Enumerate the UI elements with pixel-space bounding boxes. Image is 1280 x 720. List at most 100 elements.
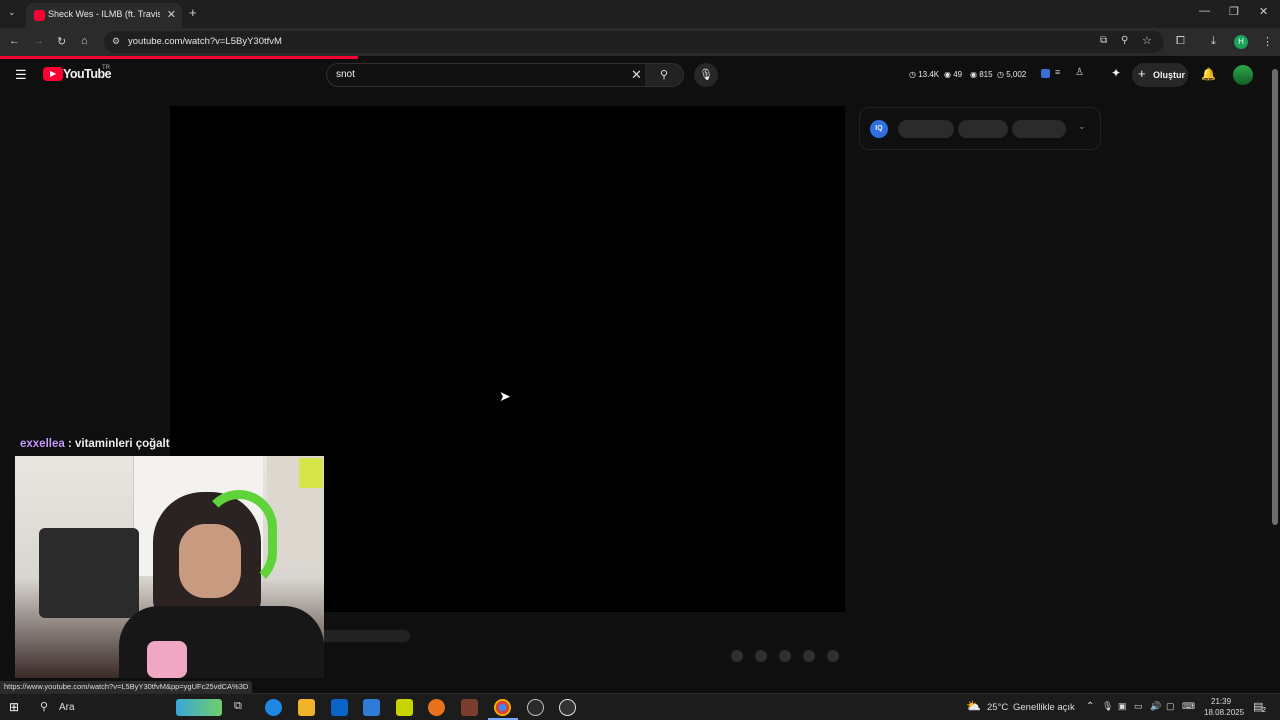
show-hidden-icons-icon[interactable]: ⌃ (1086, 701, 1094, 712)
create-button[interactable]: + Oluştur (1132, 63, 1188, 87)
fireworks-icon[interactable] (396, 699, 413, 716)
notification-count: 2 (1262, 707, 1266, 714)
account-avatar[interactable] (1233, 65, 1253, 85)
weather-icon[interactable]: ⛅ (966, 699, 981, 713)
forward-icon[interactable]: → (33, 35, 44, 47)
stat-views: ◷ 13.4K (909, 70, 940, 79)
chip-placeholder[interactable] (1012, 120, 1066, 138)
stat-likes-value: 49 (953, 70, 963, 79)
title-placeholder (320, 630, 410, 642)
trophy-icon[interactable]: ♙ (1075, 67, 1084, 78)
address-bar[interactable]: ⚙ youtube.com/watch?v=L5ByY30tfvM ⧉ ⚲ ☆ (104, 31, 1164, 53)
search-icon: ⚲ (659, 69, 669, 81)
network-icon[interactable]: ▭ (1134, 701, 1143, 712)
play-glyph-icon: ▶ (50, 69, 57, 78)
app-icon[interactable] (428, 699, 445, 716)
chat-text: : vitaminleri çoğalt (67, 438, 170, 450)
page-scrollbar[interactable] (1270, 59, 1280, 693)
address-url: youtube.com/watch?v=L5ByY30tfvM (128, 36, 282, 47)
extensions-icon[interactable]: ⧠ (1176, 35, 1185, 48)
edge-icon[interactable] (265, 699, 282, 716)
gem-icon[interactable]: ✦ (1111, 66, 1121, 80)
search-highlight-image[interactable] (176, 699, 222, 716)
chrome-icon[interactable] (494, 699, 511, 716)
reload-icon[interactable]: ↻ (57, 35, 66, 48)
notification-icon[interactable]: 🔔 (1201, 67, 1216, 81)
tab-title: Sheck Wes - ILMB (ft. Travis Sco (48, 9, 160, 19)
link-status-bar: https://www.youtube.com/watch?v=L5ByY30t… (0, 681, 253, 693)
camera-tray-icon[interactable]: ▢ (1166, 701, 1175, 712)
chip-placeholder[interactable] (898, 120, 954, 138)
windows-start-icon[interactable]: ⊞ (9, 700, 19, 714)
iq-badge[interactable]: IQ (870, 120, 888, 138)
keyboard-icon[interactable]: ⌨ (1182, 701, 1195, 712)
zoom-icon[interactable]: ⚲ (1121, 35, 1128, 46)
windows-taskbar: ⊞ ⚲ Ara ⧉ ⛅ 25°C Genellikle açık ⌃ 🎙 ▣ ▭… (0, 693, 1280, 720)
region-code: TR (102, 65, 110, 71)
mic-icon: 🎙 (699, 69, 713, 81)
menu-icon[interactable]: ☰ (15, 67, 27, 83)
voice-search-button[interactable]: 🎙 (694, 63, 718, 87)
downloads-icon[interactable]: ⤓ (1211, 35, 1216, 48)
back-icon[interactable]: ← (9, 35, 20, 47)
action-placeholder[interactable] (755, 650, 767, 662)
list-icon[interactable]: ≡ (1055, 67, 1060, 77)
stat-subs-value: 5,002 (1006, 70, 1027, 79)
media-player-icon[interactable] (559, 699, 576, 716)
browser-menu-icon[interactable]: ⋮ (1262, 35, 1273, 48)
taskbar-search-icon[interactable]: ⚲ (40, 700, 48, 713)
bookmark-star-icon[interactable]: ☆ (1142, 34, 1152, 47)
poster-shape (299, 458, 323, 488)
browser-tab-strip: ⌄ Sheck Wes - ILMB (ft. Travis Sco ✕ + —… (0, 0, 1280, 28)
headset-shape (201, 490, 277, 590)
volume-icon[interactable]: 🔊 (1150, 701, 1161, 712)
action-placeholder[interactable] (779, 650, 791, 662)
obs-icon[interactable] (527, 699, 544, 716)
pink-cup-shape (147, 641, 187, 678)
store-icon[interactable] (363, 699, 380, 716)
profile-avatar[interactable]: H (1234, 35, 1248, 49)
tab-active[interactable]: Sheck Wes - ILMB (ft. Travis Sco ✕ (26, 3, 182, 28)
chat-username: exxellea (20, 438, 65, 450)
close-tab-icon[interactable]: ✕ (167, 8, 176, 21)
chip-placeholder[interactable] (958, 120, 1008, 138)
file-explorer-icon[interactable] (298, 699, 315, 716)
chat-message: exxellea : vitaminleri çoğalt (20, 438, 170, 450)
search-input[interactable]: snot ✕ ⚲ (326, 63, 684, 87)
task-view-icon[interactable]: ⧉ (234, 700, 242, 713)
minimize-icon[interactable]: — (1199, 5, 1210, 17)
chevron-down-icon[interactable]: ⌄ (1078, 121, 1086, 132)
search-query: snot (336, 69, 355, 80)
action-placeholder[interactable] (803, 650, 815, 662)
action-placeholder[interactable] (731, 650, 743, 662)
microphone-tray-icon[interactable]: 🎙 (1102, 701, 1113, 712)
youtube-logo-icon[interactable]: ▶ (43, 67, 63, 81)
clock-date[interactable]: 18.08.2025 (1204, 708, 1244, 717)
home-icon[interactable]: ⌂ (81, 35, 88, 47)
browser-toolbar: ← → ↻ ⌂ ⚙ youtube.com/watch?v=L5ByY30tfv… (0, 28, 1280, 56)
stat-likes: ◉ 49 (944, 70, 963, 79)
tray-app-icon[interactable]: ▣ (1118, 701, 1127, 712)
search-button[interactable]: ⚲ (645, 64, 683, 86)
taskbar-search-placeholder[interactable]: Ara (59, 702, 75, 713)
new-tab-icon[interactable]: + (189, 5, 197, 20)
weather-temp[interactable]: 25°C (987, 702, 1008, 713)
close-window-icon[interactable]: ✕ (1259, 5, 1268, 18)
install-app-icon[interactable]: ⧉ (1100, 35, 1107, 46)
stat-subs: ◷ 5,002 (997, 70, 1027, 79)
clear-search-icon[interactable]: ✕ (631, 67, 642, 83)
weather-text[interactable]: Genellikle açık (1013, 702, 1075, 713)
chair-shape (39, 528, 139, 618)
mouse-cursor-icon: ➤ (499, 388, 511, 404)
related-chips-panel: IQ ⌄ (859, 107, 1101, 150)
action-placeholder[interactable] (827, 650, 839, 662)
youtube-header: ☰ ▶ YouTube TR snot ✕ ⚲ 🎙 ◷ 13.4K ◉ 49 ◉… (0, 59, 1270, 91)
winrar-icon[interactable] (461, 699, 478, 716)
restore-icon[interactable]: ❐ (1229, 5, 1239, 18)
site-info-icon[interactable]: ⚙ (112, 36, 120, 47)
outlook-icon[interactable] (331, 699, 348, 716)
tab-search-icon[interactable]: ⌄ (8, 7, 16, 18)
extension-badge-icon[interactable] (1041, 69, 1050, 78)
scrollbar-thumb[interactable] (1272, 69, 1278, 525)
clock-time[interactable]: 21:39 (1211, 697, 1231, 706)
